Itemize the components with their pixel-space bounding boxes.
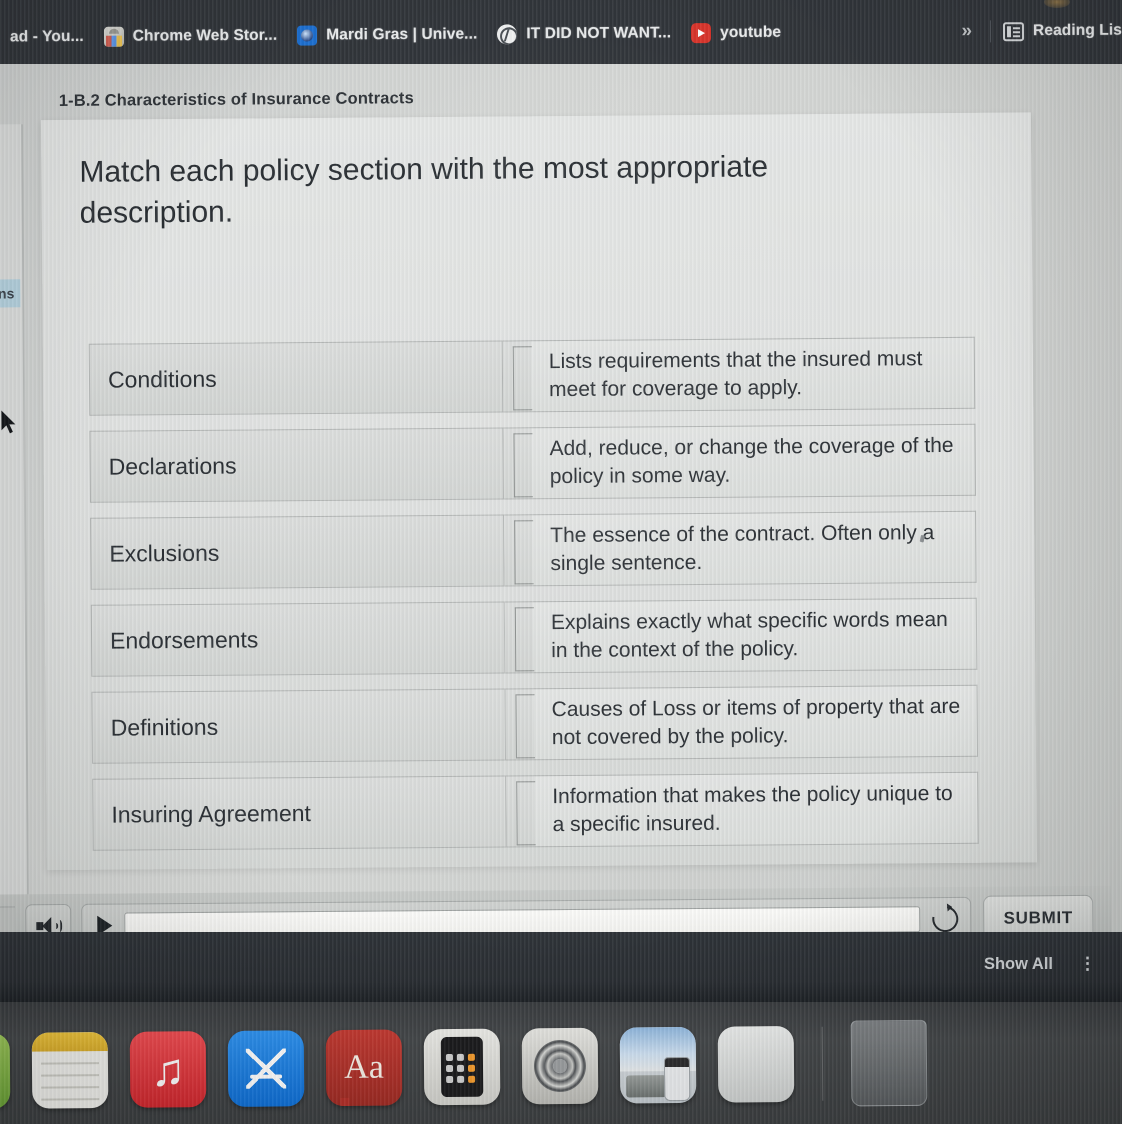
match-connector-icon xyxy=(505,688,535,761)
match-connector-icon xyxy=(506,775,535,848)
course-sidebar: ions xyxy=(0,124,30,907)
photos-app-icon[interactable] xyxy=(619,1026,697,1104)
speaker-waves-icon xyxy=(53,921,59,931)
browser-viewport: ions 1-B.2 Characteristics of Insurance … xyxy=(0,64,1122,932)
match-description[interactable]: Causes of Loss or items of property that… xyxy=(533,684,978,761)
match-description-text: Lists requirements that the insured must… xyxy=(548,347,923,402)
match-row[interactable]: Declarations Add, reduce, or change the … xyxy=(89,423,976,503)
screen-photo: ad - You... Chrome Web Stor... Mardi Gra… xyxy=(0,0,1122,1124)
reading-list-label: Reading Lis xyxy=(1032,21,1122,40)
match-row[interactable]: Conditions Lists requirements that the i… xyxy=(88,336,976,416)
browser-tab-0[interactable]: ad - You... xyxy=(0,17,94,58)
photo-thumbnail xyxy=(663,1056,691,1102)
finder-window-icon[interactable] xyxy=(717,1026,795,1103)
globe-favicon xyxy=(497,24,518,45)
play-icon[interactable] xyxy=(97,915,113,932)
show-all-button[interactable]: Show All xyxy=(984,955,1053,974)
match-description-text: The essence of the contract. Often only … xyxy=(550,521,935,576)
macos-dock xyxy=(0,1002,1122,1124)
sidebar-item-active[interactable]: ions xyxy=(0,279,21,308)
match-description[interactable]: The essence of the contract. Often only … xyxy=(532,510,977,587)
tab-overflow-button[interactable]: » xyxy=(949,20,984,42)
volume-button[interactable] xyxy=(25,903,72,932)
audio-progress-track[interactable] xyxy=(124,906,921,932)
tab-title: ad - You... xyxy=(9,27,84,46)
partial-app-icon[interactable] xyxy=(0,1032,11,1110)
calculator-app-icon[interactable] xyxy=(423,1028,501,1106)
sidebar-item-label: ions xyxy=(0,285,15,302)
match-row[interactable]: Definitions Causes of Loss or items of p… xyxy=(91,684,978,764)
match-description-text: Explains exactly what specific words mea… xyxy=(550,608,948,663)
match-connector-icon xyxy=(504,601,534,674)
reading-list-button[interactable]: Reading Lis xyxy=(997,21,1122,41)
match-term[interactable]: Insuring Agreement xyxy=(92,775,507,851)
browser-tab-4[interactable]: youtube xyxy=(681,13,791,54)
matching-list: Conditions Lists requirements that the i… xyxy=(88,336,979,866)
match-row[interactable]: Exclusions The essence of the contract. … xyxy=(90,510,977,590)
browser-tab-2[interactable]: Mardi Gras | Unive... xyxy=(287,14,487,55)
match-term[interactable]: Conditions xyxy=(88,340,504,416)
tab-title: Mardi Gras | Unive... xyxy=(326,25,478,44)
match-connector-icon xyxy=(503,427,532,500)
chrome-web-store-icon xyxy=(103,26,124,47)
browser-tab-strip: ad - You... Chrome Web Stor... Mardi Gra… xyxy=(0,0,1122,64)
system-preferences-icon[interactable] xyxy=(521,1027,599,1105)
match-description[interactable]: Information that makes the policy unique… xyxy=(534,771,979,848)
dock-divider xyxy=(821,1026,824,1101)
match-description[interactable]: Add, reduce, or change the coverage of t… xyxy=(531,423,976,500)
reading-list-icon xyxy=(1002,21,1025,41)
match-description-text: Information that makes the policy unique… xyxy=(552,782,953,837)
tab-title: Chrome Web Stor... xyxy=(132,26,278,45)
match-connector-icon xyxy=(504,514,533,587)
match-row[interactable]: Insuring Agreement Information that make… xyxy=(92,771,979,851)
system-overlay-bar: Show All ⋮ xyxy=(0,932,1122,1002)
toolbar-divider xyxy=(989,20,992,43)
match-term[interactable]: Exclusions xyxy=(90,514,505,590)
youtube-favicon xyxy=(691,23,712,44)
tab-title: youtube xyxy=(720,23,782,42)
question-prompt: Match each policy section with the most … xyxy=(79,150,769,231)
lesson-toolbar: SUBMIT xyxy=(0,885,1112,932)
match-description[interactable]: Lists requirements that the insured must… xyxy=(530,336,976,413)
toolbar-left-stub xyxy=(0,906,16,932)
match-connector-icon xyxy=(502,340,532,413)
match-description-text: Add, reduce, or change the coverage of t… xyxy=(549,434,954,489)
match-description-text: Causes of Loss or items of property that… xyxy=(551,695,961,750)
notes-app-icon[interactable] xyxy=(31,1031,109,1109)
audio-player[interactable] xyxy=(81,896,972,932)
lesson-card: Match each policy section with the most … xyxy=(40,112,1037,871)
music-app-icon[interactable] xyxy=(129,1031,207,1108)
tab-title: IT DID NOT WANT... xyxy=(526,24,672,43)
reset-icon[interactable] xyxy=(927,900,964,932)
submit-button[interactable]: SUBMIT xyxy=(983,894,1094,932)
dictionary-app-icon[interactable] xyxy=(325,1029,403,1107)
app-store-icon[interactable] xyxy=(227,1030,305,1107)
match-term[interactable]: Endorsements xyxy=(90,601,506,677)
overflow-menu-icon[interactable]: ⋮ xyxy=(1079,954,1096,974)
match-description[interactable]: Explains exactly what specific words mea… xyxy=(532,597,978,674)
match-term[interactable]: Definitions xyxy=(91,688,507,764)
speaker-icon xyxy=(36,917,60,932)
trash-icon[interactable] xyxy=(850,1019,928,1107)
mardi-gras-favicon xyxy=(297,25,318,46)
browser-tab-1[interactable]: Chrome Web Stor... xyxy=(94,16,288,57)
match-row[interactable]: Endorsements Explains exactly what speci… xyxy=(90,597,978,677)
match-term[interactable]: Declarations xyxy=(89,427,504,503)
browser-tab-3[interactable]: IT DID NOT WANT... xyxy=(487,13,681,54)
page-title: 1-B.2 Characteristics of Insurance Contr… xyxy=(58,89,414,110)
